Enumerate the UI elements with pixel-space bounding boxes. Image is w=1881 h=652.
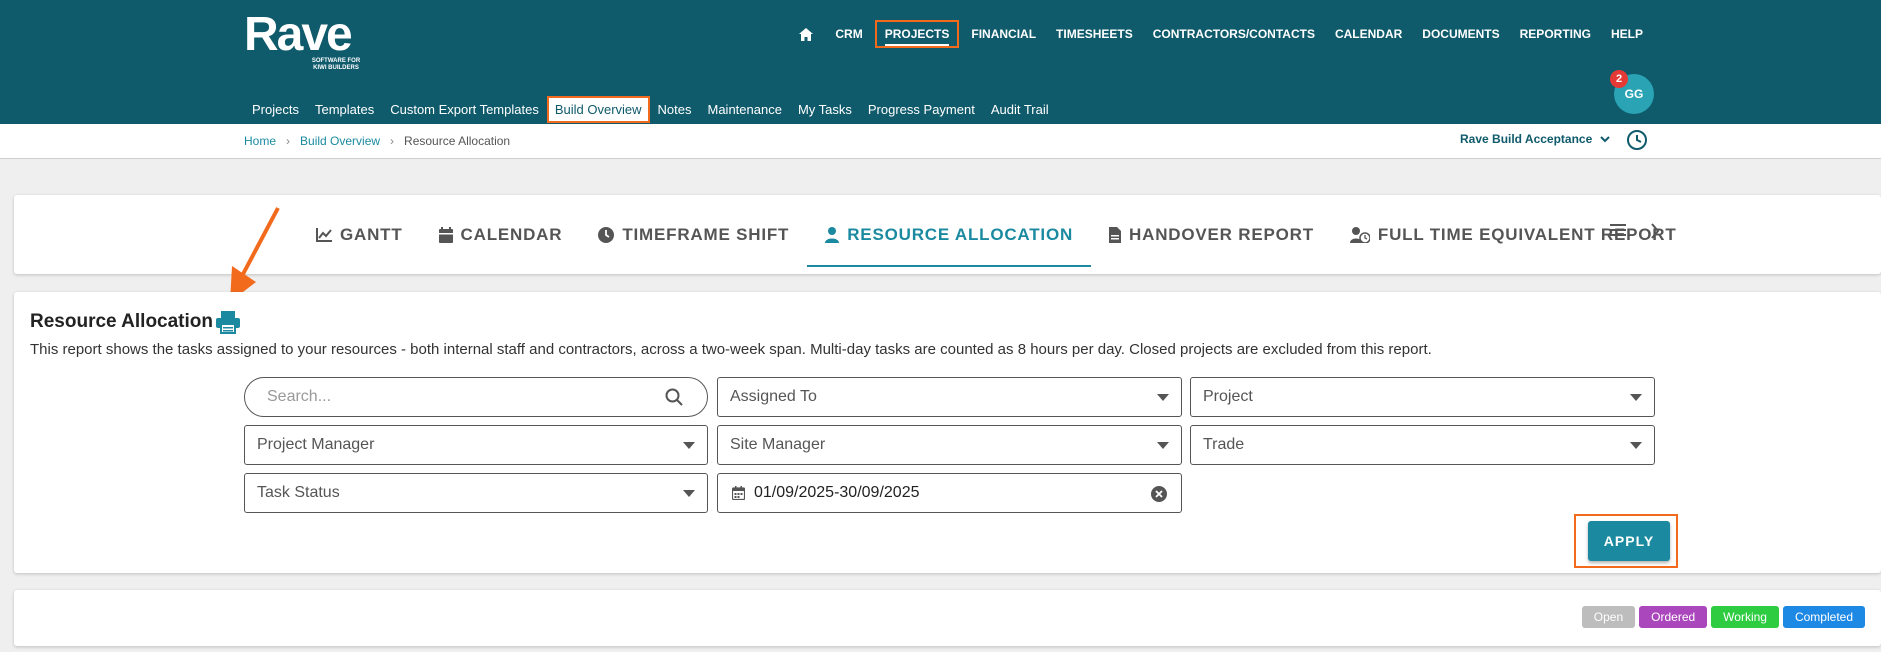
breadcrumb-home[interactable]: Home <box>244 134 276 148</box>
report-tabs: GANTT CALENDAR TIMEFRAME SHIFT RESOURCE … <box>298 195 1695 274</box>
subnav-custom-export-templates[interactable]: Custom Export Templates <box>382 98 547 121</box>
project-manager-label: Project Manager <box>257 436 375 453</box>
legend-working: Working <box>1711 606 1779 628</box>
calendar-icon <box>438 226 453 243</box>
nav-help[interactable]: HELP <box>1601 20 1653 48</box>
caret-down-icon <box>1157 394 1169 401</box>
tab-handover-report[interactable]: HANDOVER REPORT <box>1091 203 1332 267</box>
subnav-notes[interactable]: Notes <box>650 98 700 121</box>
nav-calendar[interactable]: CALENDAR <box>1325 20 1412 48</box>
logo-word: Rave <box>244 8 353 61</box>
arrow-annotation-icon <box>230 207 280 302</box>
apply-button[interactable]: APPLY <box>1588 521 1670 561</box>
breadcrumb: Home › Build Overview › Resource Allocat… <box>244 134 510 148</box>
tab-label: HANDOVER REPORT <box>1129 224 1314 244</box>
breadcrumb-build-overview[interactable]: Build Overview <box>300 134 380 148</box>
tab-resource-allocation[interactable]: RESOURCE ALLOCATION <box>807 203 1091 267</box>
main-nav: CRM PROJECTS FINANCIAL TIMESHEETS CONTRA… <box>787 20 1653 48</box>
tab-gantt[interactable]: GANTT <box>298 203 421 267</box>
trade-label: Trade <box>1203 436 1245 453</box>
nav-projects[interactable]: PROJECTS <box>874 20 960 48</box>
nav-documents[interactable]: DOCUMENTS <box>1412 20 1509 48</box>
subnav-templates[interactable]: Templates <box>307 98 382 121</box>
user-clock-icon <box>1349 226 1370 243</box>
site-manager-label: Site Manager <box>730 436 826 453</box>
breadcrumb-bar: Home › Build Overview › Resource Allocat… <box>0 124 1881 159</box>
tab-timeframe-shift[interactable]: TIMEFRAME SHIFT <box>580 203 807 267</box>
caret-down-icon <box>1630 394 1642 401</box>
search-placeholder: Search... <box>267 388 332 405</box>
sub-nav: Projects Templates Custom Export Templat… <box>244 96 1057 123</box>
tab-full-time-equivalent-report[interactable]: FULL TIME EQUIVALENT REPORT <box>1332 203 1695 267</box>
subnav-progress-payment[interactable]: Progress Payment <box>860 98 983 121</box>
report-title: Resource Allocation <box>30 311 214 332</box>
project-select[interactable]: Project <box>1190 377 1655 417</box>
home-icon <box>799 27 814 41</box>
search-icon[interactable] <box>665 388 683 406</box>
site-manager-select[interactable]: Site Manager <box>717 425 1182 465</box>
workspace-label: Rave Build Acceptance <box>1460 132 1593 146</box>
nav-projects-label: PROJECTS <box>884 27 950 46</box>
tab-label: FULL TIME EQUIVALENT REPORT <box>1377 224 1677 244</box>
hamburger-menu-icon[interactable] <box>1610 223 1626 237</box>
breadcrumb-separator-icon: › <box>286 134 291 148</box>
subnav-build-overview[interactable]: Build Overview <box>546 96 650 123</box>
nav-reporting[interactable]: REPORTING <box>1510 20 1601 48</box>
home-button[interactable] <box>787 21 825 48</box>
task-status-select[interactable]: Task Status <box>244 473 708 513</box>
chevron-down-icon <box>1600 135 1610 142</box>
clock-icon <box>598 226 615 243</box>
breadcrumb-current: Resource Allocation <box>404 134 511 148</box>
tab-label: RESOURCE ALLOCATION <box>847 224 1074 244</box>
search-input[interactable]: Search... <box>244 377 708 417</box>
subnav-projects[interactable]: Projects <box>244 98 307 121</box>
tab-label: TIMEFRAME SHIFT <box>622 224 790 244</box>
top-header: Rave SOFTWARE FOR KIWI BUILDERS CRM PROJ… <box>0 0 1881 124</box>
results-card: Open Ordered Working Completed <box>14 590 1881 646</box>
assigned-to-label: Assigned To <box>730 388 817 405</box>
rave-logo[interactable]: Rave SOFTWARE FOR KIWI BUILDERS <box>244 8 366 72</box>
tab-calendar[interactable]: CALENDAR <box>421 203 581 267</box>
date-range-input[interactable]: 01/09/2025-30/09/2025 <box>717 473 1182 513</box>
status-legend: Open Ordered Working Completed <box>1581 606 1865 628</box>
logo-tagline: SOFTWARE FOR KIWI BUILDERS <box>311 58 361 71</box>
caret-down-icon <box>1630 442 1642 449</box>
tab-label: CALENDAR <box>460 224 563 244</box>
project-manager-select[interactable]: Project Manager <box>244 425 708 465</box>
caret-down-icon <box>1157 442 1169 449</box>
subnav-maintenance[interactable]: Maintenance <box>700 98 790 121</box>
legend-completed: Completed <box>1782 606 1865 628</box>
chevron-right-icon[interactable] <box>1650 223 1660 239</box>
document-icon <box>1109 226 1122 243</box>
report-tabs-card: GANTT CALENDAR TIMEFRAME SHIFT RESOURCE … <box>14 195 1881 274</box>
line-chart-icon <box>316 227 332 242</box>
project-label: Project <box>1203 388 1253 405</box>
legend-ordered: Ordered <box>1639 606 1708 628</box>
clear-icon[interactable] <box>1151 486 1167 502</box>
breadcrumb-separator-icon: › <box>390 134 395 148</box>
history-clock-icon[interactable] <box>1626 129 1648 151</box>
tab-label: GANTT <box>340 224 403 244</box>
nav-contractors-contacts[interactable]: CONTRACTORS/CONTACTS <box>1143 20 1325 48</box>
subnav-audit-trail[interactable]: Audit Trail <box>983 98 1057 121</box>
nav-timesheets[interactable]: TIMESHEETS <box>1046 20 1143 48</box>
caret-down-icon <box>683 442 695 449</box>
date-range-value: 01/09/2025-30/09/2025 <box>754 484 920 501</box>
notification-badge: 2 <box>1610 70 1628 88</box>
title-row: Resource Allocation <box>30 310 241 334</box>
report-description: This report shows the tasks assigned to … <box>30 341 1432 358</box>
person-icon <box>825 226 840 243</box>
caret-down-icon <box>683 490 695 497</box>
resource-allocation-card: Resource Allocation This report shows th… <box>14 292 1881 573</box>
nav-financial[interactable]: FINANCIAL <box>961 20 1046 48</box>
task-status-label: Task Status <box>257 484 340 501</box>
subnav-my-tasks[interactable]: My Tasks <box>790 98 860 121</box>
trade-select[interactable]: Trade <box>1190 425 1655 465</box>
print-icon[interactable] <box>215 310 241 334</box>
workspace-selector[interactable]: Rave Build Acceptance <box>1460 132 1610 146</box>
nav-crm[interactable]: CRM <box>825 20 872 48</box>
legend-open: Open <box>1581 606 1636 628</box>
assigned-to-select[interactable]: Assigned To <box>717 377 1182 417</box>
calendar-icon <box>732 486 745 500</box>
